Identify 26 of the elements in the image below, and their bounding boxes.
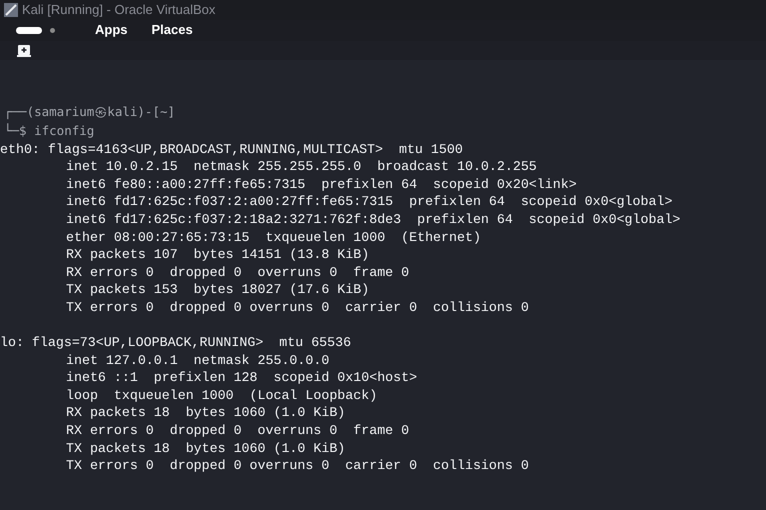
output-line: RX packets 107 bytes 14151 (13.8 KiB) [65, 247, 370, 262]
panel-menu[interactable]: Apps [95, 20, 128, 40]
interface-header: eth0: flags=4163<UP,BROADCAST,RUNNING,MULTICAST> mtu 1500 [0, 142, 463, 157]
output-line: RX errors 0 dropped 0 overruns 0 frame 0 [65, 423, 410, 438]
output-line: RX packets 18 bytes 1060 (1.0 KiB) [65, 405, 346, 420]
command-line: └─$ ifconfig [3, 122, 94, 138]
output-line: TX errors 0 dropped 0 overruns 0 carrier 0 collisions 0 [65, 300, 529, 315]
output-line: inet6 fd17:625c:f037:2:18a2:3271:762f:8de3 prefixlen 64 scopeid 0x0<global> [65, 212, 680, 227]
output-line: RX errors 0 dropped 0 overruns 0 frame 0 [65, 264, 410, 280]
output-line: TX packets 18 bytes 1060 (1.0 KiB) [65, 440, 346, 456]
output-line: inet6 fe80::a00:27ff:fe65:7315 prefixlen 64 scopeid 0x20<link> [65, 176, 577, 192]
output-line: inet 127.0.0.1 netmask 255.0.0.0 [65, 352, 330, 368]
panel-menu[interactable]: Places [152, 20, 193, 40]
new-tab-icon[interactable] [17, 44, 31, 57]
app-icon [4, 2, 18, 17]
output-line: inet6 ::1 prefixlen 128 scopeid 0x10<host> [65, 370, 418, 386]
output-line: TX packets 153 bytes 18027 (17.6 KiB) [65, 282, 370, 298]
output-line: ether 08:00:27:65:73:15 txqueuelen 1000 (Ethernet) [65, 230, 481, 244]
output-line: TX errors 0 dropped 0 overruns 0 carrier 0 collisions 0 [65, 458, 529, 474]
output-line: inet6 fd17:625c:f037:2:a00:27ff:fe65:7315 prefixlen 64 scopeid 0x0<global> [65, 194, 672, 210]
window-title: Kali [Running] - Oracle VirtualBox [22, 1, 216, 19]
workspace-indicator-icon[interactable] [16, 26, 42, 34]
interface-header: lo: flags=73<UP,LOOPBACK,RUNNING> mtu 65536 [0, 335, 352, 350]
output-line: loop txqueuelen 1000 (Local Loopback) [65, 388, 378, 403]
prompt-line: ┌──(samarium㉿kali)-[~] [3, 104, 176, 120]
output-line: inet 10.0.2.15 netmask 255.255.255.0 broadcast 10.0.2.255 [65, 159, 537, 174]
